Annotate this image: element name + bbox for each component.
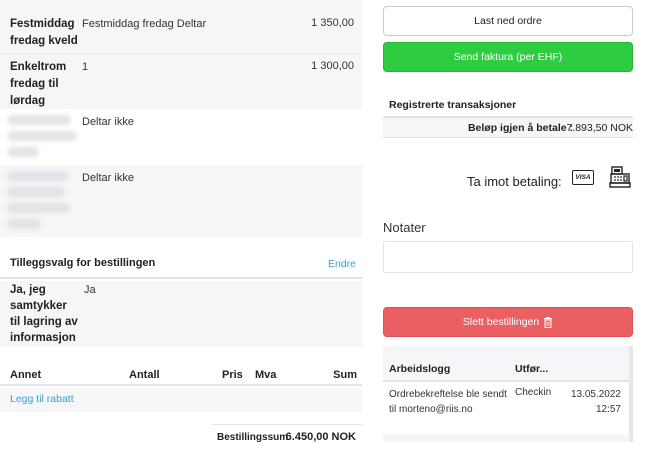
- addons-title: Tilleggsvalg for bestillingen: [10, 257, 156, 269]
- worklog-row: Ordrebekreftelse ble sendt til morteno@r…: [383, 382, 629, 434]
- order-total: Bestillingssum 6.450,00 NOK: [212, 424, 362, 448]
- order-item-row: Enkeltrom fredag til lørdag 1 1 300,00: [0, 53, 362, 109]
- redacted-name: [8, 131, 76, 141]
- redacted-name: [8, 187, 64, 197]
- addon-row: Ja, jeg samtykker til lagring av informa…: [0, 281, 362, 347]
- redacted-name: [8, 219, 40, 229]
- order-item-row: Deltar ikke: [0, 165, 362, 237]
- order-total-value: 6.450,00 NOK: [285, 431, 356, 443]
- order-item-row: Deltar ikke: [0, 109, 362, 165]
- order-item-row: Festmiddag fredag kveld Festmiddag freda…: [0, 0, 362, 52]
- redacted-name: [8, 203, 70, 213]
- delete-order-label: Slett bestillingen: [462, 316, 540, 328]
- order-actions-panel: Last ned ordre Send faktura (per EHF) Re…: [383, 0, 633, 450]
- col-mva: Mva: [255, 369, 277, 381]
- download-order-button[interactable]: Last ned ordre: [383, 6, 633, 36]
- worklog-panel: Arbeidslogg Utfør... Ordrebekreftelse bl…: [383, 346, 629, 442]
- redacted-name: [8, 115, 70, 125]
- redacted-name: [8, 171, 68, 181]
- consent-label: Ja, jeg samtykker til lagring av informa…: [10, 284, 78, 344]
- order-item-description: Festmiddag fredag Deltar: [82, 18, 207, 30]
- consent-value: Ja: [84, 284, 96, 296]
- worklog-header: Arbeidslogg Utfør...: [383, 346, 629, 382]
- take-payment-label: Ta imot betaling:: [467, 174, 562, 189]
- transactions-header: Registrerte transaksjoner: [383, 90, 633, 118]
- order-item-description: Deltar ikke: [82, 172, 134, 184]
- col-sum: Sum: [333, 369, 357, 381]
- add-discount-link[interactable]: Legg til rabatt: [10, 393, 74, 405]
- trash-icon: [544, 316, 553, 328]
- notes-input[interactable]: [383, 241, 633, 273]
- worklog-by: Checkin: [515, 387, 552, 398]
- add-discount-row: Legg til rabatt: [0, 388, 362, 412]
- order-item-description: 1: [82, 61, 89, 73]
- order-item-amount: 1 300,00: [311, 60, 354, 72]
- worklog-message: Ordrebekreftelse ble sendt til morteno@r…: [389, 389, 507, 415]
- extras-table-header: Annet Antall Pris Mva Sum: [0, 364, 362, 386]
- order-item-name: Enkeltrom fredag til lørdag: [10, 61, 67, 107]
- worklog-scrollbar[interactable]: [629, 346, 633, 442]
- col-annet: Annet: [10, 369, 42, 381]
- send-invoice-button[interactable]: Send faktura (per EHF): [383, 42, 633, 72]
- order-item-description: Deltar ikke: [82, 116, 134, 128]
- visa-card-icon[interactable]: VISA: [572, 170, 594, 185]
- order-item-name: Festmiddag fredag kveld: [10, 18, 78, 47]
- notes-title: Notater: [383, 220, 426, 235]
- worklog-time: 12:57: [595, 404, 621, 415]
- remaining-label: Beløp igjen å betale :: [467, 122, 573, 134]
- delete-order-button[interactable]: Slett bestillingen: [383, 307, 633, 337]
- worklog-date: 13.05.2022: [570, 389, 621, 400]
- transactions-summary: Beløp igjen å betale : 7.893,50 NOK: [383, 118, 633, 138]
- worklog-col-log: Arbeidslogg: [389, 363, 451, 375]
- cash-register-icon[interactable]: [609, 165, 633, 189]
- worklog-timestamp: 13.05.2022 12:57: [571, 387, 621, 417]
- order-total-label: Bestillingssum: [217, 432, 289, 443]
- order-details-panel: Festmiddag fredag kveld Festmiddag freda…: [0, 0, 365, 450]
- col-pris: Pris: [222, 369, 243, 381]
- worklog-col-by: Utfør...: [515, 363, 549, 375]
- edit-addons-link[interactable]: Endre: [328, 258, 356, 270]
- order-item-amount: 1 350,00: [311, 17, 354, 29]
- addons-header: Tilleggsvalg for bestillingen Endre: [0, 249, 362, 279]
- remaining-value: 7.893,50 NOK: [566, 122, 633, 134]
- col-antall: Antall: [129, 369, 160, 381]
- redacted-name: [8, 147, 38, 157]
- transactions-title: Registrerte transaksjoner: [389, 99, 517, 111]
